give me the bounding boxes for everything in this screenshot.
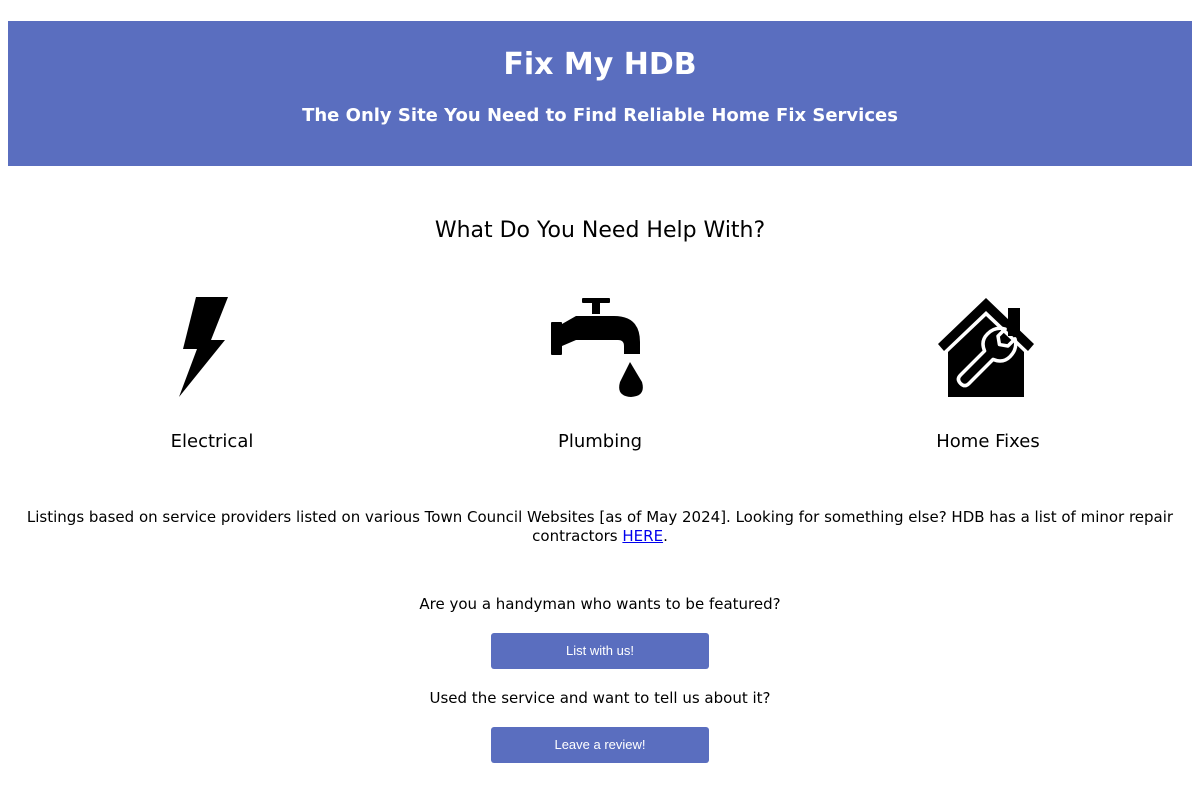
service-label-plumbing: Plumbing — [557, 431, 643, 452]
faucet-icon — [551, 298, 643, 397]
service-home-fixes[interactable]: Home Fixes — [838, 296, 1138, 466]
service-plumbing[interactable]: Plumbing — [450, 296, 750, 466]
service-label-home-fixes: Home Fixes — [936, 431, 1040, 452]
site-tagline: The Only Site You Need to Find Reliable … — [302, 105, 898, 126]
listings-notice: Listings based on service providers list… — [0, 508, 1200, 546]
service-label-electrical: Electrical — [170, 431, 254, 452]
handyman-question: Are you a handyman who wants to be featu… — [419, 595, 781, 613]
review-question: Used the service and want to tell us abo… — [429, 689, 771, 707]
house-wrench-icon — [938, 298, 1034, 397]
site-title: Fix My HDB — [503, 47, 697, 82]
service-categories: Electrical Plumbing Home Fixes — [0, 296, 1200, 466]
list-with-us-button[interactable]: List with us! — [491, 633, 709, 669]
services-heading: What Do You Need Help With? — [434, 218, 766, 243]
notice-suffix: . — [663, 527, 668, 545]
lightning-bolt-icon — [179, 297, 228, 397]
service-electrical[interactable]: Electrical — [62, 296, 362, 466]
hdb-contractors-link[interactable]: HERE — [622, 527, 663, 545]
hero-banner: Fix My HDB The Only Site You Need to Fin… — [8, 21, 1192, 166]
notice-text: Listings based on service providers list… — [26, 508, 1174, 545]
page: Fix My HDB The Only Site You Need to Fin… — [0, 0, 1200, 800]
leave-review-button[interactable]: Leave a review! — [491, 727, 709, 763]
